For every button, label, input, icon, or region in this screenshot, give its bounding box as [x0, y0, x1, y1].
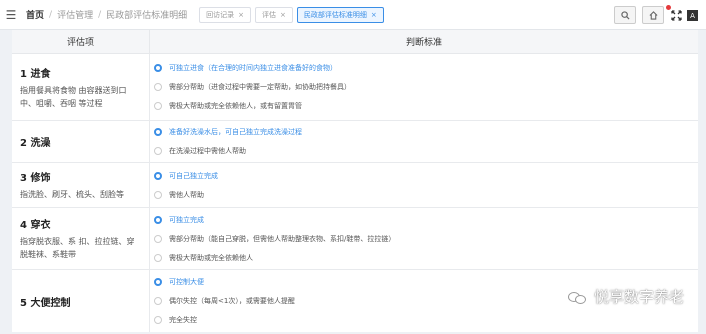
close-icon[interactable]: ×	[280, 11, 286, 19]
tab-assessment[interactable]: 评估 ×	[255, 6, 293, 23]
radio-option[interactable]: 需他人帮助	[154, 185, 698, 204]
item-cell: 1 进食 指用餐具将食物 由容器送到口中、咀嚼、吞咽 等过程	[12, 54, 150, 120]
watermark: 悦享数字养老	[567, 286, 684, 307]
close-icon[interactable]: ×	[371, 11, 377, 19]
breadcrumb: 首页 / 评估管理 / 民政部评估标准明细	[26, 8, 188, 22]
breadcrumb-current: 民政部评估标准明细	[106, 11, 188, 21]
radio-checked-icon[interactable]	[154, 171, 162, 180]
radio-option[interactable]: 在洗澡过程中需他人帮助	[154, 142, 698, 161]
radio-icon[interactable]	[154, 234, 162, 243]
radio-icon[interactable]	[154, 147, 162, 155]
radio-checked-icon[interactable]	[154, 278, 162, 286]
tab-visit-records[interactable]: 回访记录 ×	[199, 6, 252, 23]
close-icon[interactable]: ×	[238, 11, 244, 19]
radio-icon[interactable]	[154, 297, 162, 305]
item-description: 指用餐具将食物 由容器送到口中、咀嚼、吞咽 等过程	[20, 85, 127, 108]
tab-standard-detail[interactable]: 民政部评估标准明细 ×	[296, 6, 384, 23]
radio-option[interactable]: 需极大帮助或完全依赖他人，或有留置胃管	[154, 97, 698, 116]
item-cell: 3 修饰 指洗脸、刷牙、梳头、刮脸等	[12, 163, 150, 207]
radio-icon[interactable]	[154, 102, 162, 110]
wechat-icon	[567, 290, 588, 304]
column-header-criteria: 判断标准	[405, 38, 442, 48]
breadcrumb-home[interactable]: 首页	[26, 8, 44, 21]
options-cell: 准备好洗澡水后，可自己独立完成洗澡过程 在洗澡过程中需他人帮助	[150, 121, 698, 162]
options-cell: 可独立完成 需部分帮助（能自己穿脱，但需他人帮助整理衣物、系扣/鞋带、拉拉链） …	[150, 208, 698, 269]
options-cell: 可独立进食（在合理的时间内独立进食准备好的食物） 需部分帮助（进食过程中需要一定…	[150, 54, 698, 120]
radio-option[interactable]: 可独立进食（在合理的时间内独立进食准备好的食物）	[154, 59, 698, 78]
language-icon[interactable]: A	[687, 10, 698, 21]
home-icon[interactable]	[642, 6, 664, 24]
item-description: 指洗脸、刷牙、梳头、刮脸等	[20, 190, 124, 199]
table-row: 2 洗澡 准备好洗澡水后，可自己独立完成洗澡过程 在洗澡过程中需他人帮助	[12, 121, 698, 163]
radio-option[interactable]: 完全失控	[154, 311, 698, 330]
item-cell: 2 洗澡	[12, 121, 150, 162]
radio-icon[interactable]	[154, 253, 162, 262]
item-title: 2 洗澡	[20, 138, 51, 149]
table-row: 4 穿衣 指穿脱衣服、系 扣、拉拉链、穿脱鞋袜、系鞋带 可独立完成 需部分帮助（…	[12, 208, 698, 270]
breadcrumb-section[interactable]: 评估管理	[57, 8, 93, 21]
watermark-text: 悦享数字养老	[593, 288, 684, 306]
radio-option[interactable]: 可独立完成	[154, 210, 698, 229]
fullscreen-icon[interactable]	[671, 10, 682, 24]
table-header: 评估项 判断标准	[12, 30, 698, 54]
item-title: 5 大便控制	[20, 297, 71, 309]
radio-option[interactable]: 可自己独立完成	[154, 166, 698, 185]
item-title: 1 进食	[20, 68, 51, 80]
item-title: 3 修饰	[20, 173, 51, 184]
options-cell: 可自己独立完成 需他人帮助	[150, 163, 698, 207]
top-bar: ☰ 首页 / 评估管理 / 民政部评估标准明细 回访记录 × 评估 × 民政部评估标…	[0, 0, 706, 30]
item-cell: 4 穿衣 指穿脱衣服、系 扣、拉拉链、穿脱鞋袜、系鞋带	[12, 208, 150, 269]
radio-option[interactable]: 需部分帮助（能自己穿脱，但需他人帮助整理衣物、系扣/鞋带、拉拉链）	[154, 229, 698, 248]
radio-icon[interactable]	[154, 83, 162, 91]
table-row: 1 进食 指用餐具将食物 由容器送到口中、咀嚼、吞咽 等过程 可独立进食（在合理…	[12, 54, 698, 121]
search-icon[interactable]	[614, 6, 636, 24]
item-title: 4 穿衣	[20, 220, 51, 231]
radio-checked-icon[interactable]	[154, 128, 162, 136]
tab-bar: 回访记录 × 评估 × 民政部评估标准明细 ×	[199, 6, 388, 23]
radio-icon[interactable]	[154, 316, 162, 324]
item-cell: 5 大便控制	[12, 270, 150, 332]
radio-checked-icon[interactable]	[154, 64, 162, 72]
table-row: 3 修饰 指洗脸、刷牙、梳头、刮脸等 可自己独立完成 需他人帮助	[12, 163, 698, 208]
item-description: 指穿脱衣服、系 扣、拉拉链、穿脱鞋袜、系鞋带	[20, 237, 135, 259]
radio-option[interactable]: 需部分帮助（进食过程中需要一定帮助，如协助把持餐具）	[154, 78, 698, 97]
radio-checked-icon[interactable]	[154, 215, 162, 224]
menu-icon[interactable]: ☰	[0, 0, 22, 30]
radio-option[interactable]: 需极大帮助或完全依赖他人	[154, 248, 698, 267]
column-header-item: 评估项	[12, 30, 150, 53]
radio-icon[interactable]	[154, 190, 162, 199]
toolbar	[608, 6, 664, 24]
radio-option[interactable]: 准备好洗澡水后，可自己独立完成洗澡过程	[154, 123, 698, 142]
